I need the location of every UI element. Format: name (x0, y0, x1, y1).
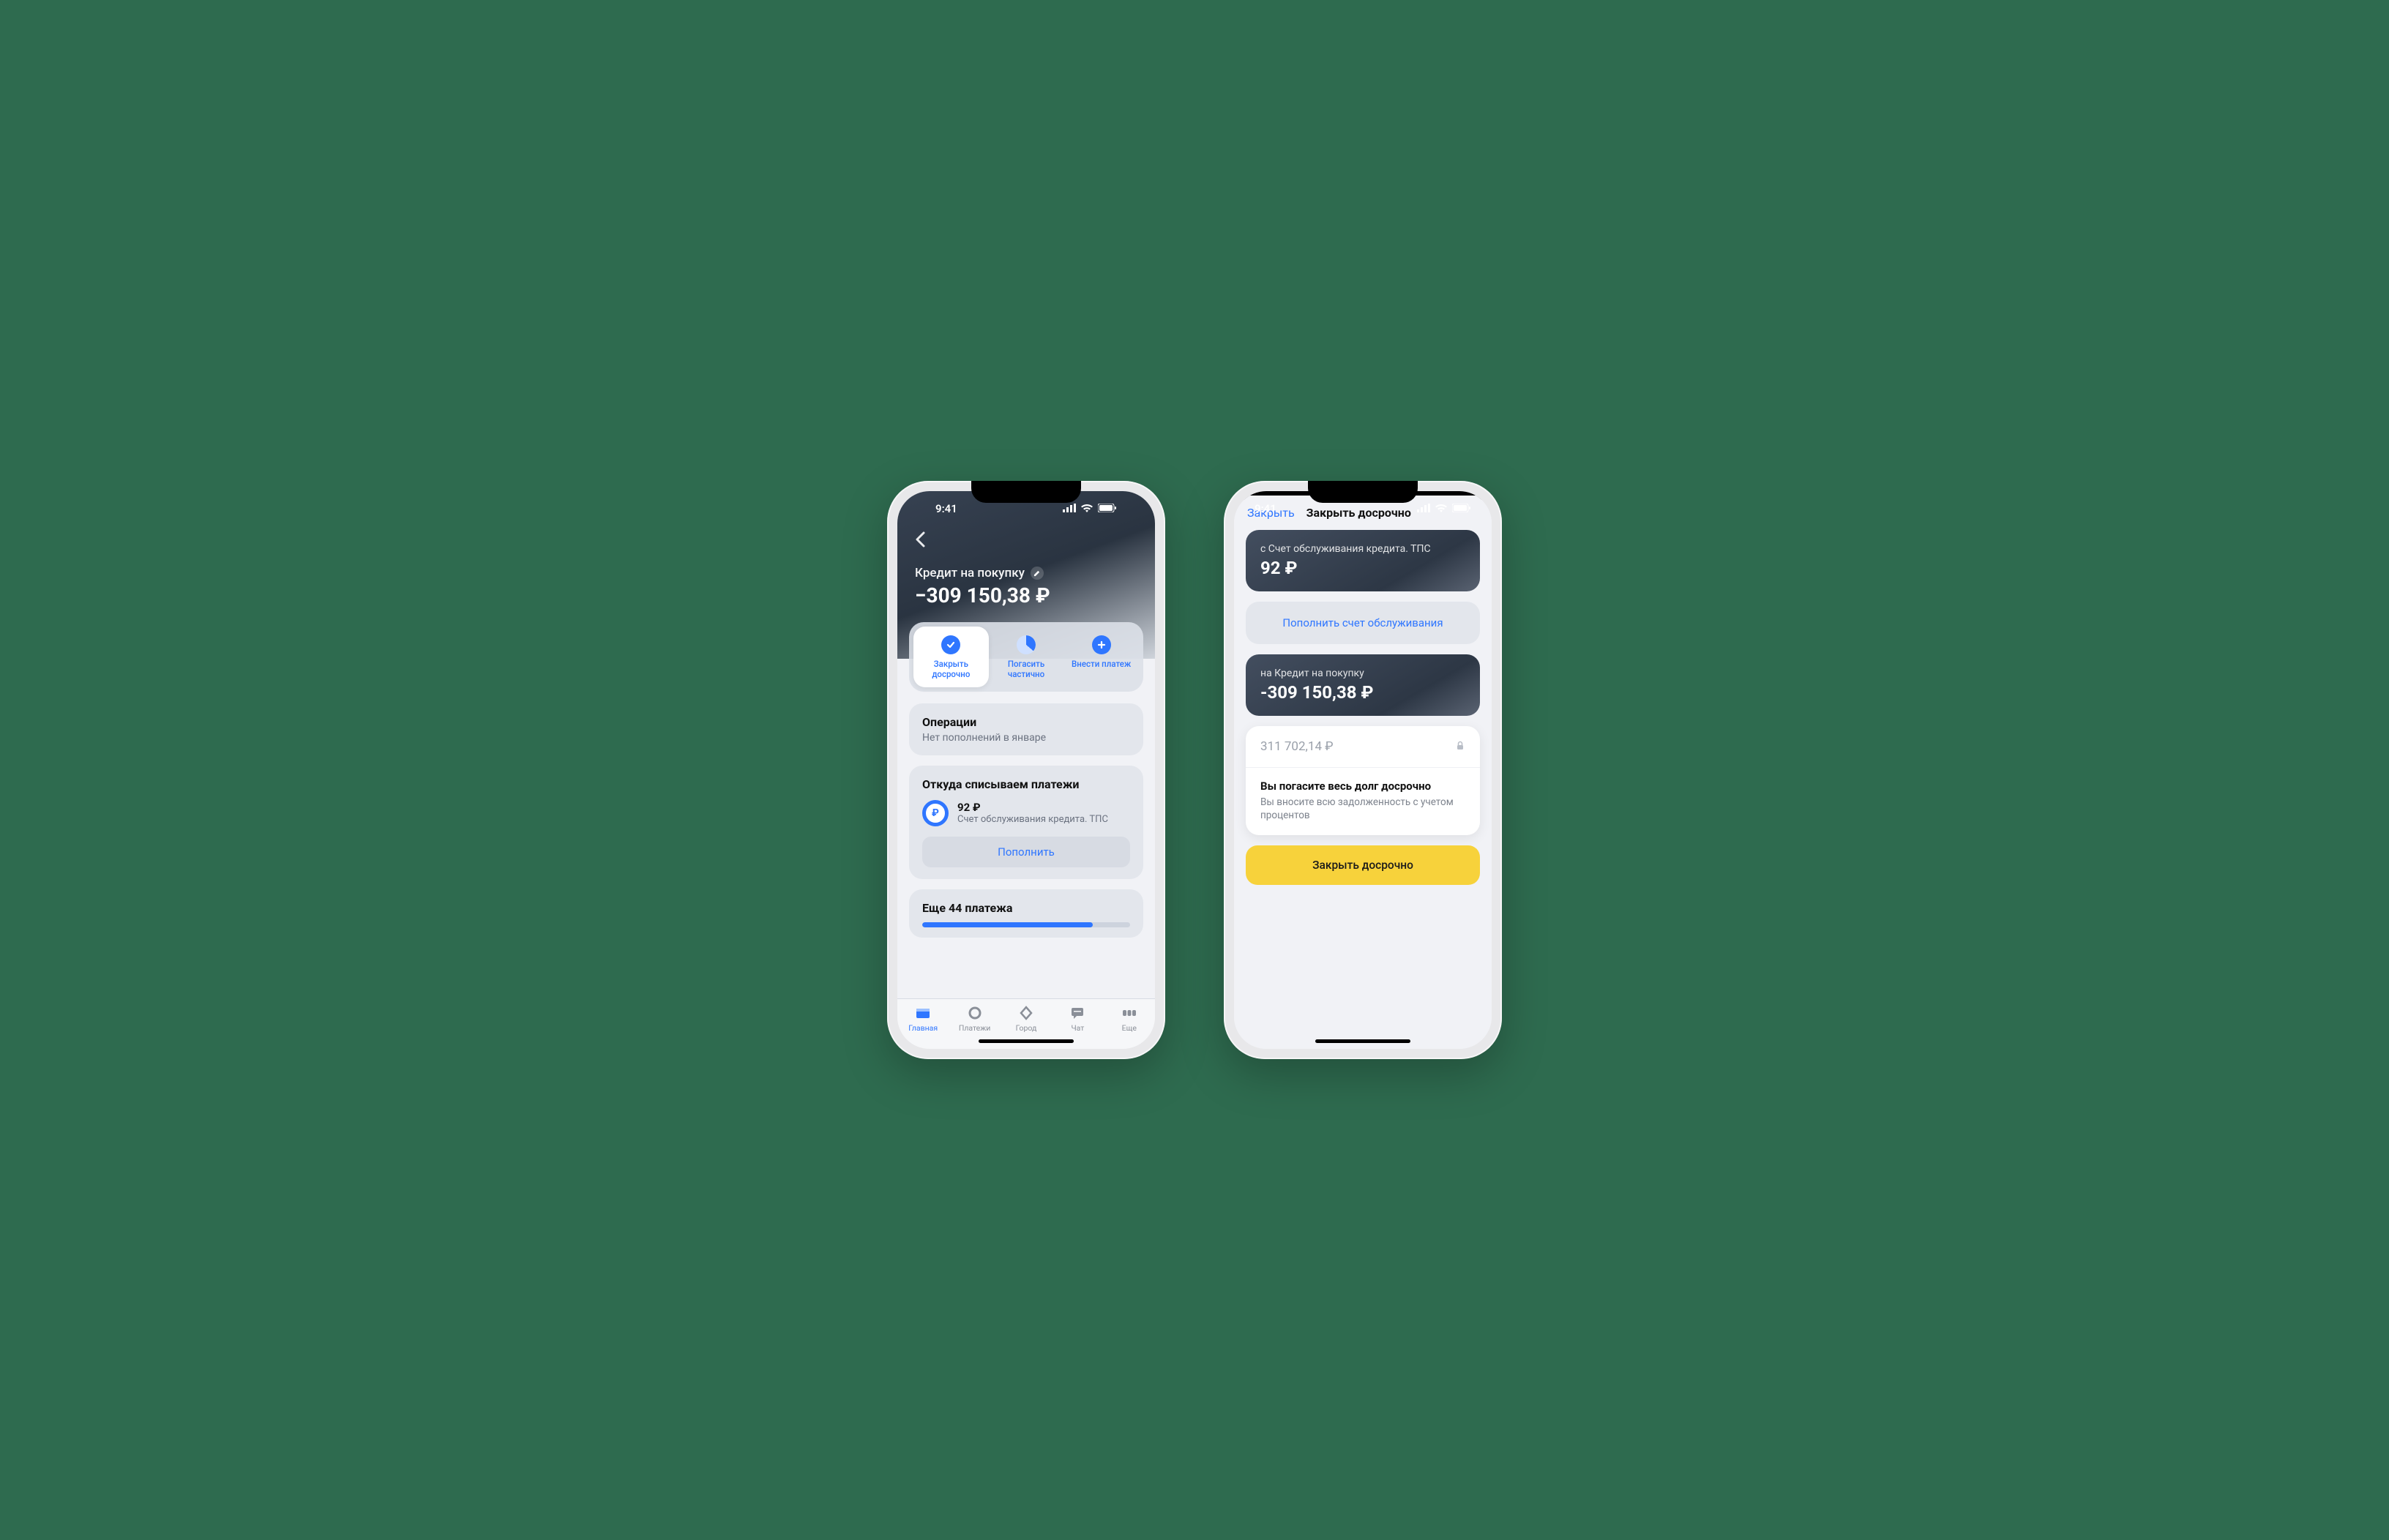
signal-icon (1063, 502, 1076, 515)
tab-more[interactable]: Еще (1104, 1005, 1155, 1033)
source-account-name: Счет обслуживания кредита. ТПС (957, 814, 1108, 825)
home-indicator[interactable] (1315, 1039, 1410, 1043)
tab-label: Платежи (959, 1023, 991, 1033)
tab-chat[interactable]: Чат (1052, 1005, 1103, 1033)
phone-right: 9:41 Закрыть Закрыть досрочно с Счет обс… (1224, 481, 1502, 1059)
action-label: Погасить частично (1008, 659, 1044, 679)
payments-icon (949, 1005, 1000, 1021)
amount-info-card: 311 702,14 ₽ Вы погасите весь долг досро… (1246, 726, 1480, 835)
status-icons (1417, 502, 1471, 515)
source-account-row[interactable]: ₽ 92 ₽ Счет обслуживания кредита. ТПС (922, 800, 1130, 826)
status-time: 9:41 (935, 502, 957, 515)
to-account-card[interactable]: на Кредит на покупку -309 150,38 ₽ (1246, 654, 1480, 716)
city-icon (1001, 1005, 1052, 1021)
loan-title: Кредит на покупку (915, 566, 1025, 580)
home-icon (897, 1005, 949, 1021)
ruble-icon: ₽ (922, 800, 949, 826)
loan-title-row: Кредит на покупку (915, 566, 1137, 580)
back-button[interactable] (915, 531, 1137, 553)
to-amount: -309 150,38 ₽ (1260, 682, 1465, 703)
tab-home[interactable]: Главная (897, 1005, 949, 1033)
to-label: на Кредит на покупку (1260, 668, 1465, 679)
tab-label: Главная (908, 1023, 938, 1033)
phone-left: 9:41 Кредит на покупку −309 150,38 ₽ (887, 481, 1165, 1059)
more-icon (1104, 1005, 1155, 1021)
action-tray: Закрыть досрочно Погасить частично Внест… (909, 622, 1143, 692)
info-title: Вы погасите весь долг досрочно (1260, 780, 1465, 793)
payment-source-card: Откуда списываем платежи ₽ 92 ₽ Счет обс… (909, 766, 1143, 879)
tab-label: Чат (1071, 1023, 1084, 1033)
operations-subtitle: Нет пополнений в январе (922, 732, 1130, 744)
check-icon (941, 635, 960, 654)
operations-card[interactable]: Операции Нет пополнений в январе (909, 703, 1143, 755)
source-amount: 92 ₽ (957, 801, 1108, 814)
edit-icon[interactable] (1031, 567, 1044, 580)
plus-icon (1092, 635, 1111, 654)
info-subtitle: Вы вносите всю задолженность с учетом пр… (1260, 796, 1465, 822)
pie-icon (1017, 635, 1036, 654)
loan-balance: −309 150,38 ₽ (915, 583, 1137, 608)
from-label: с Счет обслуживания кредита. ТПС (1260, 543, 1465, 555)
action-pay-partial[interactable]: Погасить частично (989, 627, 1064, 687)
topup-button[interactable]: Пополнить (922, 837, 1130, 867)
tab-label: Еще (1122, 1023, 1137, 1033)
progress-fill (922, 922, 1093, 927)
total-amount: 311 702,14 ₽ (1260, 739, 1334, 754)
lock-icon (1455, 740, 1465, 754)
modal-sheet: Закрыть Закрыть досрочно с Счет обслужив… (1234, 496, 1492, 1049)
from-account-card[interactable]: с Счет обслуживания кредита. ТПС 92 ₽ (1246, 530, 1480, 591)
wifi-icon (1080, 502, 1093, 515)
operations-title: Операции (922, 715, 1130, 729)
tab-city[interactable]: Город (1001, 1005, 1052, 1033)
action-close-early[interactable]: Закрыть досрочно (913, 627, 989, 687)
tab-label: Город (1016, 1023, 1037, 1033)
wifi-icon (1435, 502, 1448, 515)
source-title: Откуда списываем платежи (922, 777, 1130, 791)
notch (1308, 481, 1418, 503)
battery-icon (1098, 502, 1117, 515)
topup-service-link[interactable]: Пополнить счет обслуживания (1246, 602, 1480, 644)
info-block: Вы погасите весь долг досрочно Вы вносит… (1246, 768, 1480, 835)
total-amount-row: 311 702,14 ₽ (1246, 726, 1480, 768)
close-early-cta[interactable]: Закрыть досрочно (1246, 845, 1480, 885)
action-make-payment[interactable]: Внести платеж (1063, 627, 1139, 687)
notch (971, 481, 1081, 503)
chat-icon (1052, 1005, 1103, 1021)
progress-bar (922, 922, 1130, 927)
screen-loan-detail: 9:41 Кредит на покупку −309 150,38 ₽ (897, 491, 1155, 1049)
tab-payments[interactable]: Платежи (949, 1005, 1000, 1033)
action-label: Закрыть досрочно (932, 659, 970, 679)
screen-close-early: 9:41 Закрыть Закрыть досрочно с Счет обс… (1234, 491, 1492, 1049)
modal-content[interactable]: с Счет обслуживания кредита. ТПС 92 ₽ По… (1234, 530, 1492, 1049)
signal-icon (1417, 502, 1430, 515)
status-icons (1063, 502, 1117, 515)
from-amount: 92 ₽ (1260, 558, 1465, 578)
action-label: Внести платеж (1072, 659, 1131, 669)
status-time: 9:41 (1255, 502, 1276, 515)
battery-icon (1452, 502, 1471, 515)
remaining-title: Еще 44 платежа (922, 901, 1130, 915)
remaining-payments-card[interactable]: Еще 44 платежа (909, 889, 1143, 938)
content-scroll[interactable]: Операции Нет пополнений в январе Откуда … (897, 692, 1155, 998)
home-indicator[interactable] (979, 1039, 1074, 1043)
